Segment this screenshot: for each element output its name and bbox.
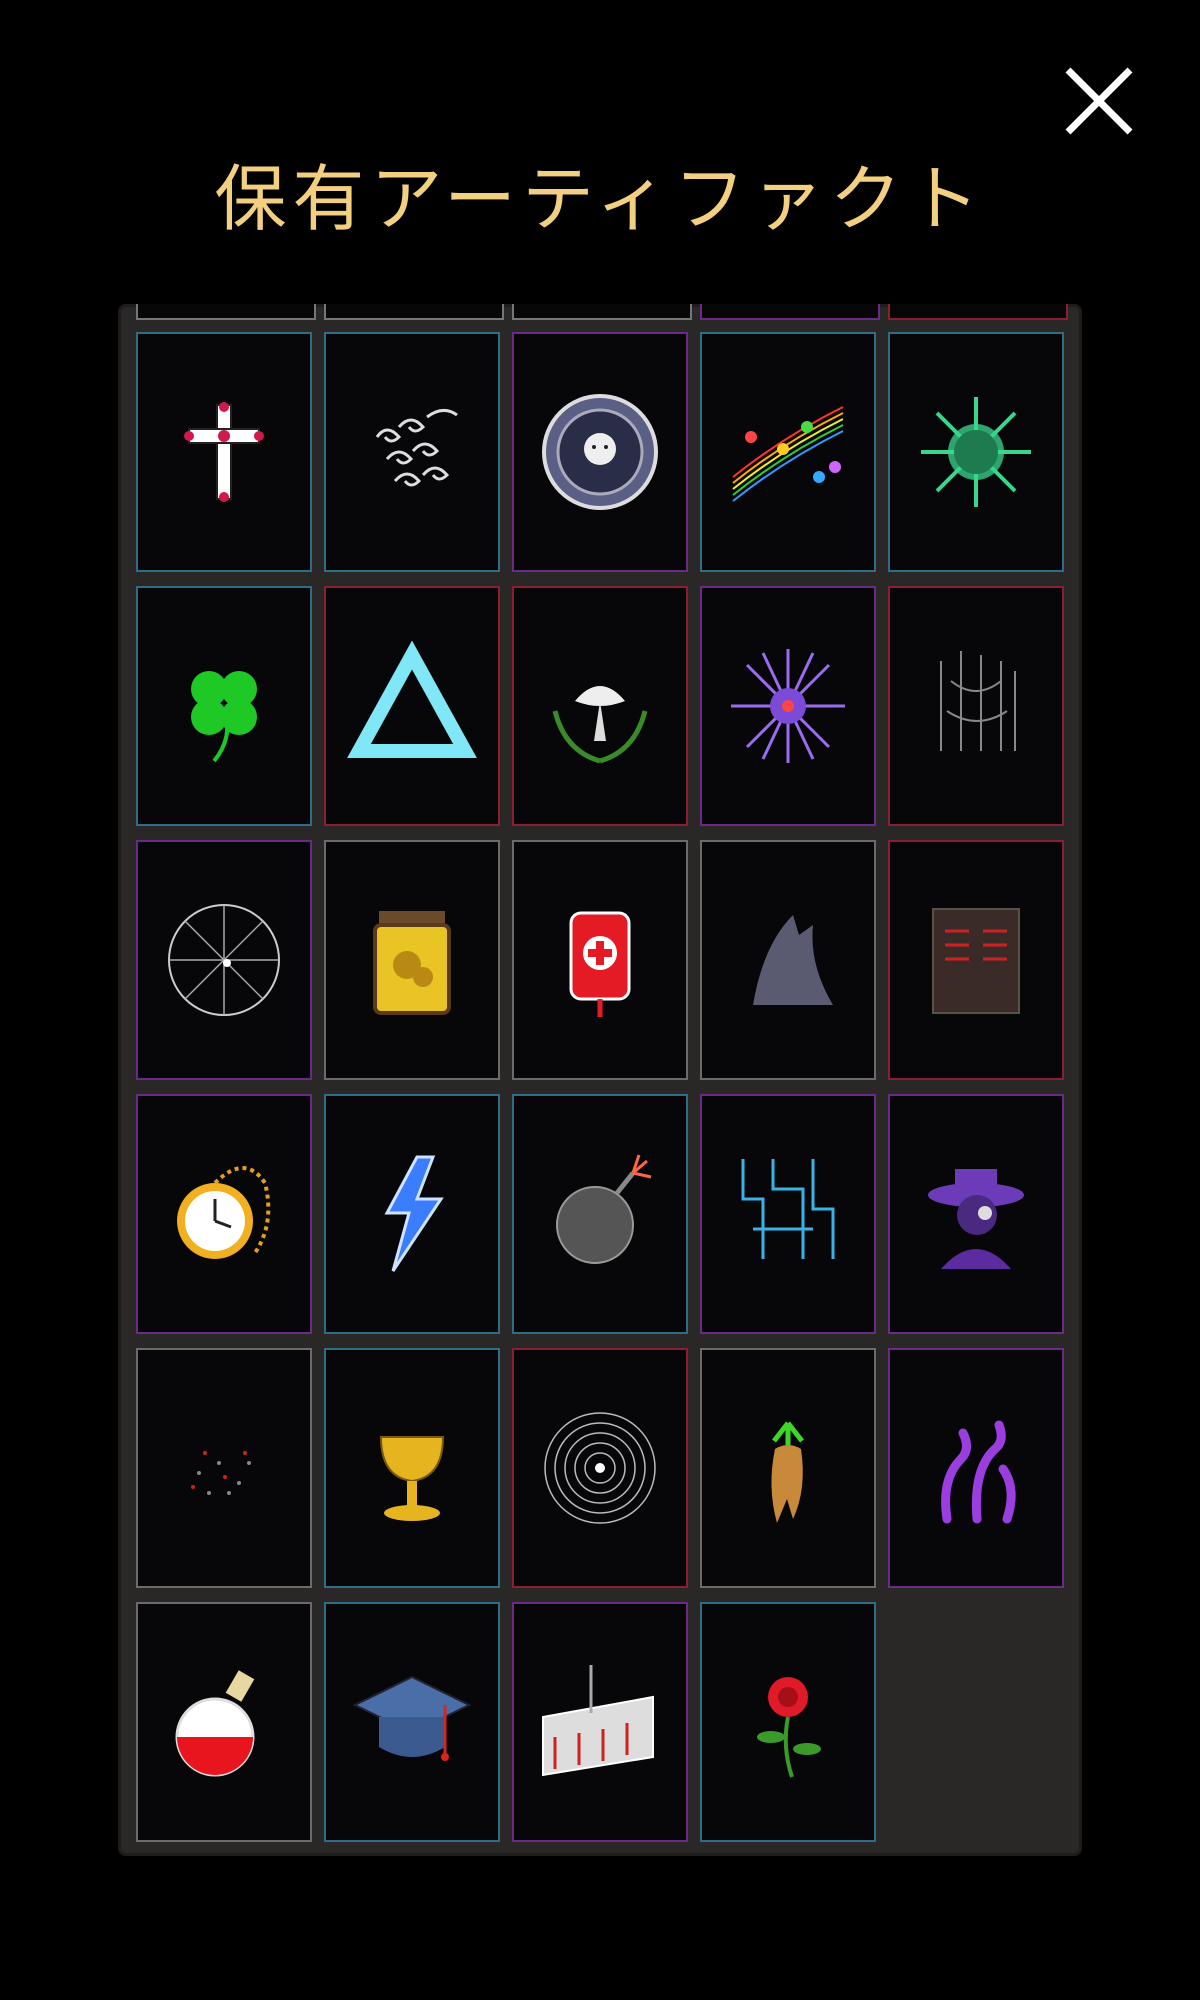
page-title: 保有アーティファクト bbox=[214, 157, 986, 241]
artifact-grid bbox=[136, 332, 1064, 1842]
clipped-card bbox=[700, 304, 880, 320]
clipped-card bbox=[888, 304, 1068, 320]
circuit-icon bbox=[741, 1159, 835, 1259]
triangle-icon bbox=[347, 641, 477, 758]
artifact-card[interactable] bbox=[512, 332, 688, 572]
artifact-card[interactable] bbox=[324, 840, 500, 1080]
plague-doctor-icon bbox=[928, 1169, 1024, 1269]
red-dust-icon bbox=[191, 1451, 251, 1495]
holy-cross-icon bbox=[184, 402, 264, 502]
pocket-watch-icon bbox=[177, 1166, 271, 1259]
wind-swirl-icon bbox=[375, 409, 458, 487]
artifact-card[interactable] bbox=[512, 1602, 688, 1842]
artifact-card[interactable] bbox=[700, 1348, 876, 1588]
artifact-card[interactable] bbox=[512, 1094, 688, 1334]
artifact-card[interactable] bbox=[324, 586, 500, 826]
artifact-card[interactable] bbox=[888, 332, 1064, 572]
artifact-card[interactable] bbox=[136, 1602, 312, 1842]
artifact-card[interactable] bbox=[136, 586, 312, 826]
lightning-icon bbox=[384, 1155, 444, 1272]
artifact-panel[interactable] bbox=[118, 304, 1082, 1856]
artifact-card[interactable] bbox=[324, 332, 500, 572]
yellow-jar-icon bbox=[373, 911, 451, 1015]
artifact-card[interactable] bbox=[700, 586, 876, 826]
artifact-card[interactable] bbox=[888, 586, 1064, 826]
blood-bag-icon bbox=[569, 911, 631, 1017]
bomb-icon bbox=[556, 1154, 652, 1264]
artifact-card[interactable] bbox=[136, 840, 312, 1080]
artifact-card[interactable] bbox=[136, 1094, 312, 1334]
close-x-icon bbox=[1065, 67, 1133, 135]
mandrake-root-icon bbox=[771, 1421, 804, 1523]
clipped-card bbox=[136, 304, 316, 320]
artifact-card[interactable] bbox=[136, 1348, 312, 1588]
close-button[interactable] bbox=[1060, 62, 1138, 140]
golden-chalice-icon bbox=[379, 1436, 445, 1521]
artifact-card[interactable] bbox=[324, 1094, 500, 1334]
dove-laurel-icon bbox=[552, 686, 648, 764]
artifact-card[interactable] bbox=[888, 1348, 1064, 1588]
artifact-card[interactable] bbox=[136, 332, 312, 572]
dark-creature-icon bbox=[753, 915, 833, 1005]
vortex-icon bbox=[544, 1412, 656, 1524]
clipped-card bbox=[324, 304, 504, 320]
artifact-card[interactable] bbox=[512, 586, 688, 826]
red-rose-icon bbox=[757, 1677, 821, 1778]
purple-tentacles-icon bbox=[941, 1420, 1016, 1524]
red-potion-flask-icon bbox=[175, 1670, 255, 1777]
shadow-figure-icon bbox=[940, 651, 1016, 751]
graduation-cap-icon bbox=[352, 1675, 472, 1761]
artifact-card[interactable] bbox=[512, 840, 688, 1080]
artifact-card[interactable] bbox=[700, 332, 876, 572]
stone-tablet-icon bbox=[932, 908, 1020, 1014]
artifact-card[interactable] bbox=[324, 1348, 500, 1588]
artifact-card[interactable] bbox=[888, 840, 1064, 1080]
artifact-card[interactable] bbox=[700, 1602, 876, 1842]
music-notes-icon bbox=[732, 406, 844, 502]
virus-icon bbox=[921, 397, 1031, 507]
artifact-card[interactable] bbox=[888, 1094, 1064, 1334]
ruined-building-icon bbox=[542, 1665, 654, 1777]
clipped-card bbox=[512, 304, 692, 320]
artifact-card[interactable] bbox=[700, 1094, 876, 1334]
cracked-sphere-icon bbox=[168, 904, 280, 1016]
artifact-card[interactable] bbox=[512, 1348, 688, 1588]
four-leaf-clover-icon bbox=[191, 671, 257, 763]
sun-medallion-icon bbox=[542, 394, 658, 510]
purple-spike-orb-icon bbox=[731, 649, 845, 763]
artifact-card[interactable] bbox=[324, 1602, 500, 1842]
artifact-card[interactable] bbox=[700, 840, 876, 1080]
